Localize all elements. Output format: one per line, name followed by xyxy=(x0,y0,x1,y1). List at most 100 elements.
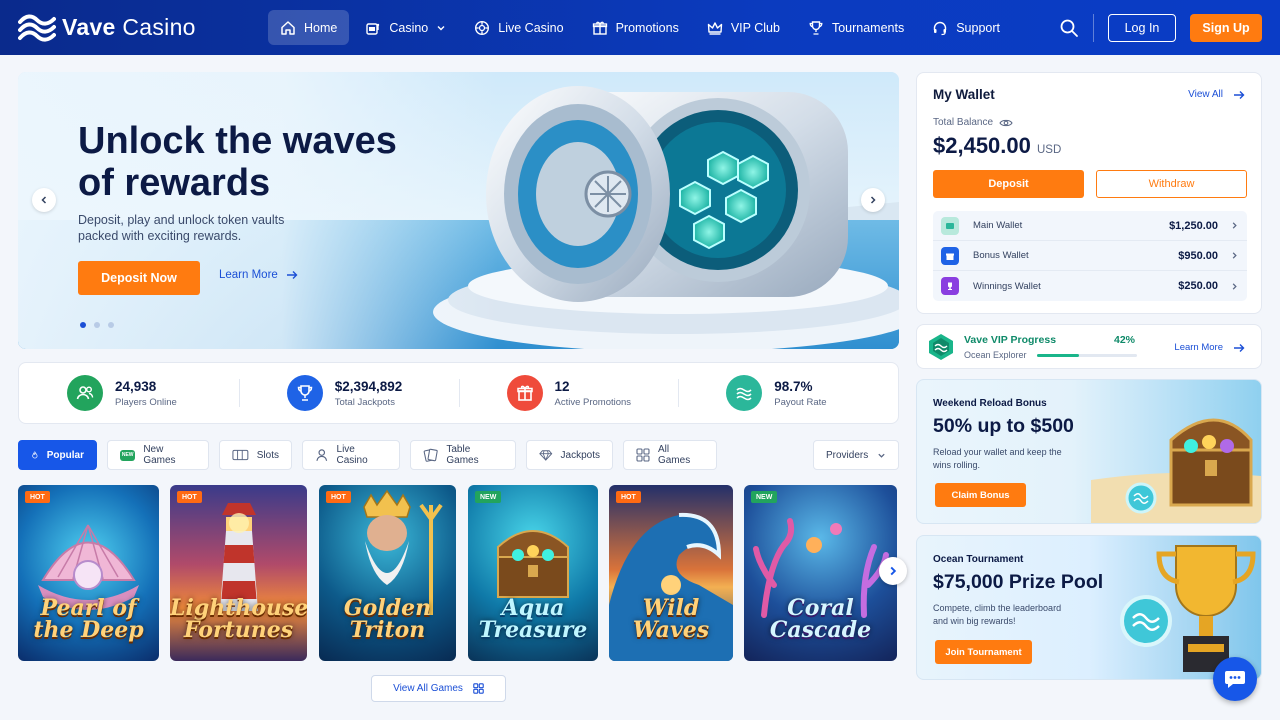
gift-icon xyxy=(592,21,607,35)
deposit-now-button[interactable]: Deposit Now xyxy=(78,261,200,295)
wallet-withdraw-button[interactable]: Withdraw xyxy=(1096,170,1247,198)
game-title: Coral Cascade xyxy=(769,595,872,643)
game-title: Aqua Treasure xyxy=(478,595,588,643)
total-balance: $2,450.00 USD xyxy=(933,133,1061,159)
game-title: Lighthouse Fortunes xyxy=(170,595,307,643)
game-badge: HOT xyxy=(25,491,50,503)
tab-live-casino[interactable]: Live Casino xyxy=(302,440,400,470)
join-tournament-button[interactable]: Join Tournament xyxy=(935,640,1032,664)
nav-live-casino-label: Live Casino xyxy=(498,20,564,35)
hero-title-line2: of rewards xyxy=(78,162,271,204)
waves-icon xyxy=(726,375,763,411)
tab-popular[interactable]: Popular xyxy=(18,440,97,470)
tab-label: Slots xyxy=(256,449,279,461)
slide-dot-1[interactable] xyxy=(80,322,86,328)
providers-dropdown[interactable]: Providers xyxy=(813,440,899,470)
hero-learn-more-link[interactable]: Learn More xyxy=(219,269,298,281)
wallet-view-all-link[interactable]: View All xyxy=(1188,89,1245,100)
wallet-row-amount: $1,250.00 xyxy=(1169,219,1218,232)
nav-support[interactable]: Support xyxy=(920,10,1012,45)
tab-table-games[interactable]: Table Games xyxy=(410,440,516,470)
nav-home[interactable]: Home xyxy=(268,10,350,45)
brand-logo[interactable]: Vave Casino xyxy=(18,13,268,43)
wallet-row-amount: $950.00 xyxy=(1178,249,1218,262)
nav-tournaments[interactable]: Tournaments xyxy=(796,10,916,45)
eye-icon[interactable] xyxy=(999,118,1013,128)
vip-badge-icon xyxy=(929,334,953,360)
nav-promotions[interactable]: Promotions xyxy=(580,10,691,45)
search-icon[interactable] xyxy=(1059,18,1079,38)
wallet-row-name: Bonus Wallet xyxy=(973,250,1029,261)
stat-value: 24,938 xyxy=(115,378,157,394)
balance-currency: USD xyxy=(1037,144,1062,156)
wallet-title: My Wallet xyxy=(933,87,995,102)
tab-new-games[interactable]: NEW New Games xyxy=(107,440,209,470)
slide-dot-3[interactable] xyxy=(108,322,114,328)
wallet-row-name: Winnings Wallet xyxy=(973,280,1041,292)
nav-casino-label: Casino xyxy=(389,20,429,35)
wave-logo-icon xyxy=(18,14,56,42)
promo1-headline: 50% up to $500 xyxy=(933,415,1074,437)
chevron-right-icon xyxy=(1232,282,1237,290)
stat-active-promotions: 12 Active Promotions xyxy=(458,375,679,411)
game-card[interactable]: NEW Aqua Treasure xyxy=(468,485,598,661)
game-card[interactable]: NEW Coral Cascade xyxy=(744,485,897,661)
stat-label: Total Jackpots xyxy=(334,396,395,408)
wallet-row-bonus[interactable]: Bonus Wallet $950.00 xyxy=(933,241,1247,271)
hero-prev-button[interactable] xyxy=(32,188,56,212)
view-all-games-button[interactable]: View All Games xyxy=(371,675,506,702)
hero-next-button[interactable] xyxy=(861,188,885,212)
total-balance-label-row: Total Balance xyxy=(933,117,1013,128)
trophy-icon xyxy=(809,20,823,35)
wallet-row-main[interactable]: Main Wallet $1,250.00 xyxy=(933,211,1247,241)
nav-vip-club-label: VIP Club xyxy=(730,20,780,35)
wallet-row-name: Main Wallet xyxy=(973,220,1023,231)
treasure-chest-illustration xyxy=(1091,418,1261,523)
vip-progress-fill xyxy=(1037,354,1079,357)
game-card[interactable]: HOT Lighthouse Fortunes xyxy=(170,485,307,661)
wallet-view-all-label: View All xyxy=(1188,89,1223,100)
gift-icon xyxy=(941,246,959,265)
signup-button[interactable]: Sign Up xyxy=(1190,13,1262,42)
trophy-icon xyxy=(941,277,959,295)
slot-icon xyxy=(366,22,380,35)
vip-learn-more-link[interactable]: Learn More xyxy=(1174,342,1245,353)
tab-label: Live Casino xyxy=(336,444,368,466)
vip-title: Vave VIP Progress xyxy=(964,334,1057,346)
chevron-right-icon xyxy=(1232,222,1237,229)
tab-all-games[interactable]: All Games xyxy=(623,440,717,470)
nav-home-label: Home xyxy=(304,20,338,35)
tab-label: Table Games xyxy=(446,444,479,466)
wallet-row-amount: $250.00 xyxy=(1178,280,1218,292)
game-badge: NEW xyxy=(475,491,502,503)
slide-dot-2[interactable] xyxy=(94,322,100,328)
tab-label: All Games xyxy=(657,444,691,466)
tab-slots[interactable]: Slots xyxy=(219,440,292,470)
chevron-down-icon xyxy=(878,453,885,458)
chevron-right-icon xyxy=(890,566,897,576)
promo2-description: Compete, climb the leaderboard and win b… xyxy=(933,603,1062,626)
game-title: Golden Triton xyxy=(343,595,432,643)
game-card[interactable]: HOT Wild Waves xyxy=(609,485,733,661)
claim-bonus-button[interactable]: Claim Bonus xyxy=(935,483,1026,507)
nav-divider xyxy=(1093,13,1094,42)
wallet-row-winnings[interactable]: Winnings Wallet $250.00 xyxy=(933,271,1247,301)
login-button[interactable]: Log In xyxy=(1108,13,1176,42)
wallet-deposit-button[interactable]: Deposit xyxy=(933,170,1084,198)
chevron-right-icon xyxy=(870,196,876,204)
game-card[interactable]: HOT Pearl of the Deep xyxy=(18,485,159,661)
stats-bar: 24,938 Players Online $2,394,892 Total Jac… xyxy=(18,362,899,424)
slot-icon xyxy=(232,449,249,461)
nav-live-casino[interactable]: Live Casino xyxy=(462,10,575,45)
view-all-games-label: View All Games xyxy=(393,683,463,694)
games-next-button[interactable] xyxy=(879,557,907,585)
tab-jackpots[interactable]: Jackpots xyxy=(526,440,613,470)
nav-vip-club[interactable]: VIP Club xyxy=(695,10,792,45)
nav-casino[interactable]: Casino xyxy=(353,10,458,45)
game-card[interactable]: HOT Golden Triton xyxy=(319,485,456,661)
vip-percent: 42% xyxy=(1114,334,1136,346)
game-badge: HOT xyxy=(177,491,202,503)
tab-label: Jackpots xyxy=(560,449,600,461)
live-chat-button[interactable] xyxy=(1213,657,1257,701)
tab-label: Popular xyxy=(46,449,84,461)
